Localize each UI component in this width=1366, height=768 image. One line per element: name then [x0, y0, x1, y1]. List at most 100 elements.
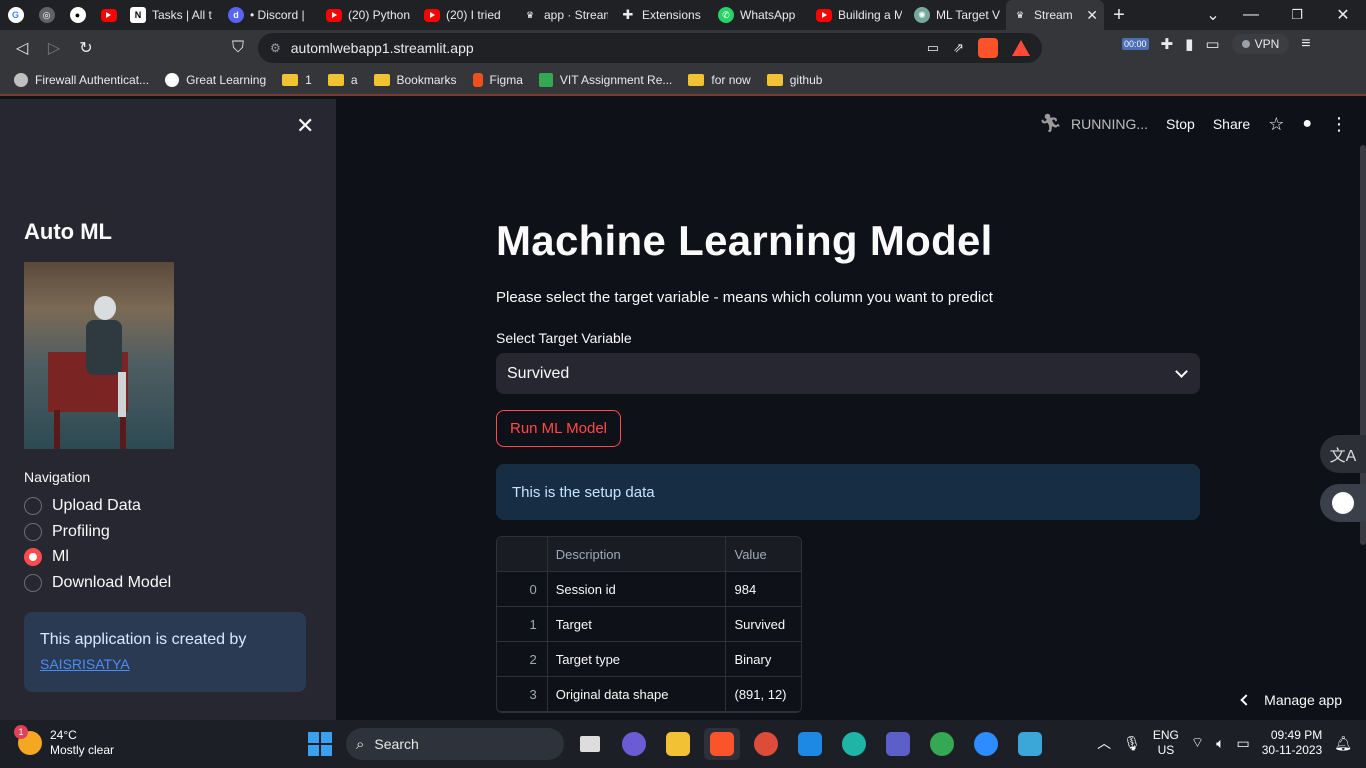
column-header-description[interactable]: Description [548, 537, 727, 571]
bookmark-great-learning[interactable]: Great Learning [165, 73, 266, 87]
bookmark-firewall[interactable]: Firewall Authenticat... [14, 73, 149, 87]
nav-option-profiling[interactable]: Profiling [24, 523, 110, 541]
taskbar-search[interactable]: ⌕ Search [346, 728, 564, 760]
nav-option-ml[interactable]: Ml [24, 548, 69, 566]
bookmark-folder-for-now[interactable]: for now [688, 73, 751, 87]
bookmarks-bar: Firewall Authenticat... Great Learning 1… [0, 66, 1366, 96]
manage-app-button[interactable]: Manage app [1240, 692, 1342, 708]
clock[interactable]: 09:49 PM 30-11-2023 [1262, 728, 1323, 758]
close-window-icon[interactable]: ✕ [1320, 0, 1366, 30]
nav-option-upload-data[interactable]: Upload Data [24, 497, 141, 515]
tab-extensions[interactable]: ✚ Extensions [614, 0, 712, 30]
weather-widget[interactable]: 1 24°C Mostly clear [14, 725, 114, 758]
run-ml-model-button[interactable]: Run ML Model [496, 410, 621, 447]
chevron-up-icon[interactable]: ︿ [1097, 733, 1111, 753]
close-sidebar-icon[interactable]: ✕ [296, 113, 314, 139]
sidebar-icon[interactable]: ▮ [1185, 35, 1193, 53]
globe-icon: ◎ [38, 7, 55, 23]
reload-icon[interactable]: ↻ [70, 32, 102, 64]
radio-button[interactable] [24, 523, 42, 541]
site-info-icon[interactable]: ⚙ [270, 41, 281, 55]
author-link[interactable]: SAISRISATYA [40, 656, 130, 672]
url-text[interactable]: automlwebapp1.streamlit.app [291, 40, 474, 56]
tab-i-tried-video[interactable]: (20) I tried [418, 0, 516, 30]
meet-icon[interactable] [616, 728, 652, 760]
edge-icon[interactable] [836, 728, 872, 760]
vpn-button[interactable]: VPN [1231, 34, 1290, 54]
vpn-status-icon [1241, 40, 1250, 48]
radio-button-selected[interactable] [24, 548, 42, 566]
pinned-tab-github[interactable]: ● [62, 0, 93, 30]
chatgpt-icon: ✺ [914, 7, 930, 23]
close-tab-icon[interactable]: ✕ [1086, 7, 1098, 24]
tab-discord[interactable]: d • Discord | [222, 0, 320, 30]
pinned-tab-youtube[interactable] [93, 0, 124, 30]
minimize-icon[interactable]: — [1228, 0, 1274, 30]
table-row: 3 Original data shape (891, 12) [497, 677, 801, 712]
microphone-icon[interactable]: 🎙︎ [1123, 735, 1141, 752]
tab-streamlit-app[interactable]: ♛ app · Stream [516, 0, 614, 30]
radio-button[interactable] [24, 574, 42, 592]
folder-icon [327, 74, 344, 86]
chrome-icon[interactable] [748, 728, 784, 760]
robot-image [24, 262, 174, 449]
pinned-tab-web[interactable]: ◎ [31, 0, 62, 30]
tab-tasks[interactable]: N Tasks | All t [124, 0, 222, 30]
task-view-icon[interactable] [572, 728, 608, 760]
target-variable-select[interactable]: Survived [496, 353, 1200, 394]
timer-extension-icon[interactable]: 00:00 [1122, 38, 1149, 50]
more-options-icon[interactable]: ⋮ [1330, 114, 1348, 135]
file-explorer-icon[interactable] [660, 728, 696, 760]
wifi-icon[interactable]: ⌔ [1191, 734, 1204, 752]
url-bar[interactable]: ⚙ automlwebapp1.streamlit.app ▭ ⇗ [258, 33, 1042, 63]
assistant-bot-icon[interactable] [1320, 484, 1366, 522]
tab-active-streamlit[interactable]: ♛ Stream ✕ [1006, 0, 1104, 30]
bookmark-folder-1[interactable]: 1 [282, 73, 312, 87]
tab-search-chevron-icon[interactable]: ⌄ [1198, 0, 1228, 30]
stop-button[interactable]: Stop [1166, 116, 1195, 132]
bookmark-folder-bookmarks[interactable]: Bookmarks [373, 73, 457, 87]
tab-ml-target[interactable]: ✺ ML Target V [908, 0, 1006, 30]
language-indicator[interactable]: ENG US [1153, 728, 1179, 758]
google-icon: G [7, 7, 24, 23]
menu-icon[interactable]: ≡ [1301, 35, 1310, 53]
brave-shields-icon[interactable] [978, 38, 998, 58]
nav-option-download-model[interactable]: Download Model [24, 574, 171, 592]
volume-icon[interactable]: 🔈︎ [1216, 735, 1224, 752]
extensions-icon[interactable]: ✚ [1161, 35, 1174, 53]
teams-icon[interactable] [880, 728, 916, 760]
zoom-icon[interactable] [968, 728, 1004, 760]
brave-rewards-icon[interactable] [1012, 40, 1030, 56]
bookmark-vit[interactable]: VIT Assignment Re... [538, 73, 672, 87]
vscode-icon[interactable] [792, 728, 828, 760]
cast-icon[interactable]: ▭ [927, 40, 939, 56]
notepad-icon[interactable] [1012, 728, 1048, 760]
back-icon[interactable]: ◁ [6, 32, 38, 64]
wallet-icon[interactable]: ▭ [1205, 35, 1219, 53]
tab-whatsapp[interactable]: ✆ WhatsApp [712, 0, 810, 30]
tab-building-video[interactable]: Building a M [810, 0, 908, 30]
new-tab-icon[interactable]: + [1104, 0, 1134, 30]
share-icon[interactable]: ⇗ [953, 40, 964, 56]
github-icon[interactable]: ● [1302, 115, 1312, 133]
share-button[interactable]: Share [1213, 116, 1250, 132]
column-header-value[interactable]: Value [726, 537, 801, 571]
address-toolbar: ◁ ▷ ↻ ⛉ ⚙ automlwebapp1.streamlit.app ▭ … [0, 30, 1366, 66]
battery-icon[interactable]: ▭ [1236, 735, 1249, 752]
radio-button[interactable] [24, 497, 42, 515]
bookmark-folder-a[interactable]: a [327, 73, 358, 87]
chrome-profile-icon[interactable] [924, 728, 960, 760]
bookmark-folder-github[interactable]: github [766, 73, 822, 87]
maximize-icon[interactable]: ❐ [1274, 0, 1320, 30]
forward-icon[interactable]: ▷ [38, 32, 70, 64]
youtube-icon [424, 8, 440, 22]
brave-taskbar-icon[interactable] [704, 728, 740, 760]
star-icon[interactable]: ☆ [1268, 114, 1284, 135]
notifications-icon[interactable]: 🔔︎ [1334, 735, 1352, 752]
pinned-tab-google[interactable]: G [0, 0, 31, 30]
tab-python-video[interactable]: (20) Python [320, 0, 418, 30]
translate-icon[interactable]: 文A [1320, 435, 1366, 473]
start-button[interactable] [308, 732, 332, 756]
bookmark-icon[interactable]: ⛉ [222, 32, 254, 64]
bookmark-figma[interactable]: Figma [472, 73, 523, 87]
